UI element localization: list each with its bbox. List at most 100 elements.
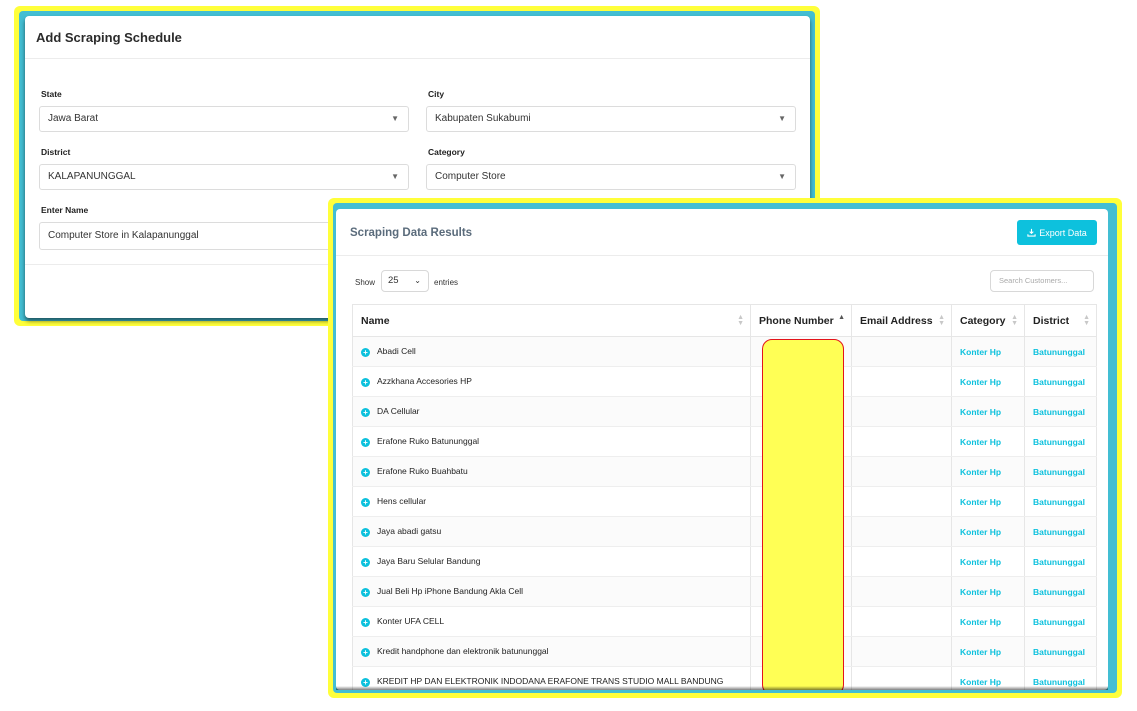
cell-category[interactable]: Konter Hp xyxy=(951,336,1025,367)
cell-district[interactable]: Batununggal xyxy=(1024,336,1097,367)
city-select[interactable]: Kabupaten Sukabumi ▼ xyxy=(426,106,796,132)
cell-email xyxy=(851,366,952,397)
show-label: Show xyxy=(355,278,376,287)
plus-circle-icon[interactable]: + xyxy=(361,347,370,357)
cell-email xyxy=(851,426,952,457)
plus-circle-icon[interactable]: + xyxy=(361,437,370,447)
cell-name: + Erafone Ruko Batununggal xyxy=(352,426,751,457)
cell-name: + Jaya Baru Selular Bandung xyxy=(352,546,751,577)
table-row[interactable]: + Jaya abadi gatsu Konter Hp Batununggal xyxy=(352,516,1097,547)
table-row[interactable]: + Konter UFA CELL Konter Hp Batununggal xyxy=(352,606,1097,637)
sort-icon: ▲ xyxy=(838,314,845,321)
cell-email xyxy=(851,546,952,577)
results-title: Scraping Data Results xyxy=(350,227,473,239)
column-header-name[interactable]: Name ▲ ▼ xyxy=(352,304,751,337)
row-name: Jual Beli Hp iPhone Bandung Akla Cell xyxy=(377,586,524,597)
chevron-down-icon: ▼ xyxy=(391,172,399,181)
cell-district[interactable]: Batununggal xyxy=(1024,606,1097,637)
chevron-down-icon: ⌄ xyxy=(414,276,421,285)
cell-name: + Hens cellular xyxy=(352,486,751,517)
table-row[interactable]: + Kredit handphone dan elektronik batunun… xyxy=(352,636,1097,667)
plus-circle-icon[interactable]: + xyxy=(361,617,370,627)
cell-category[interactable]: Konter Hp xyxy=(951,606,1025,637)
export-label: Export Data xyxy=(1039,227,1087,238)
table-controls: Show 25 ⌄ entries Search Customers... xyxy=(336,256,1108,302)
cell-district[interactable]: Batununggal xyxy=(1024,426,1097,457)
cell-name: + Konter UFA CELL xyxy=(352,606,751,637)
table-row[interactable]: + Hens cellular Konter Hp Batununggal xyxy=(352,486,1097,517)
district-select[interactable]: KALAPANUNGGAL ▼ xyxy=(39,164,409,190)
cell-email xyxy=(851,396,952,427)
row-name: Jaya Baru Selular Bandung xyxy=(377,556,481,567)
sort-icon: ▲ ▼ xyxy=(1083,314,1090,327)
category-select[interactable]: Computer Store ▼ xyxy=(426,164,796,190)
download-icon xyxy=(1027,228,1036,237)
state-select[interactable]: Jawa Barat ▼ xyxy=(39,106,409,132)
table-row[interactable]: + Erafone Ruko Batununggal Konter Hp Batunu… xyxy=(352,426,1097,457)
plus-circle-icon[interactable]: + xyxy=(361,377,370,387)
cell-category[interactable]: Konter Hp xyxy=(951,396,1025,427)
cell-email xyxy=(851,456,952,487)
export-data-button[interactable]: Export Data xyxy=(1017,220,1097,245)
table-row[interactable]: + Jaya Baru Selular Bandung Konter Hp Batun… xyxy=(352,546,1097,577)
district-label: District xyxy=(41,147,71,157)
page-length-select[interactable]: 25 ⌄ xyxy=(381,270,429,292)
row-name: DA Cellular xyxy=(377,406,420,417)
plus-circle-icon[interactable]: + xyxy=(361,467,370,477)
cell-email xyxy=(851,636,952,667)
cell-category[interactable]: Konter Hp xyxy=(951,426,1025,457)
schedule-title: Add Scraping Schedule xyxy=(25,16,810,59)
column-header-district[interactable]: District ▲ ▼ xyxy=(1024,304,1097,337)
table-row[interactable]: + Azzkhana Accesories HP Konter Hp Batunung… xyxy=(352,366,1097,397)
cell-district[interactable]: Batununggal xyxy=(1024,516,1097,547)
cell-name: + Erafone Ruko Buahbatu xyxy=(352,456,751,487)
plus-circle-icon[interactable]: + xyxy=(361,647,370,657)
cell-category[interactable]: Konter Hp xyxy=(951,486,1025,517)
cell-district[interactable]: Batununggal xyxy=(1024,486,1097,517)
plus-circle-icon[interactable]: + xyxy=(361,527,370,537)
search-input[interactable]: Search Customers... xyxy=(990,270,1094,292)
table-row[interactable]: + Jual Beli Hp iPhone Bandung Akla Cell Ko… xyxy=(352,576,1097,607)
cell-name: + Jaya abadi gatsu xyxy=(352,516,751,547)
column-header-category[interactable]: Category ▲ ▼ xyxy=(951,304,1025,337)
state-value: Jawa Barat xyxy=(48,113,99,124)
table-row[interactable]: + Erafone Ruko Buahbatu Konter Hp Batunungg… xyxy=(352,456,1097,487)
cell-category[interactable]: Konter Hp xyxy=(951,576,1025,607)
cell-email xyxy=(851,516,952,547)
state-label: State xyxy=(41,89,62,99)
cell-district[interactable]: Batununggal xyxy=(1024,456,1097,487)
cell-category[interactable]: Konter Hp xyxy=(951,366,1025,397)
results-table-body: + Abadi Cell Konter Hp Batununggal + Azzkhana… xyxy=(352,336,1097,690)
category-value: Computer Store xyxy=(435,171,506,182)
redaction-highlight xyxy=(762,339,844,690)
cell-name: + Jual Beli Hp iPhone Bandung Akla Cell xyxy=(352,576,751,607)
plus-circle-icon[interactable]: + xyxy=(361,587,370,597)
cell-name: + DA Cellular xyxy=(352,396,751,427)
district-value: KALAPANUNGGAL xyxy=(48,171,136,182)
row-name: KREDIT HP DAN ELEKTRONIK INDODANA ERAFON… xyxy=(377,676,724,687)
row-name: Abadi Cell xyxy=(377,346,416,357)
cell-district[interactable]: Batununggal xyxy=(1024,576,1097,607)
plus-circle-icon[interactable]: + xyxy=(361,497,370,507)
cell-district[interactable]: Batununggal xyxy=(1024,546,1097,577)
row-name: Azzkhana Accesories HP xyxy=(377,376,472,387)
cell-category[interactable]: Konter Hp xyxy=(951,636,1025,667)
cell-category[interactable]: Konter Hp xyxy=(951,456,1025,487)
column-header-email[interactable]: Email Address ▲ ▼ xyxy=(851,304,952,337)
plus-circle-icon[interactable]: + xyxy=(361,407,370,417)
cell-district[interactable]: Batununggal xyxy=(1024,636,1097,667)
column-header-phone[interactable]: Phone Number ▲ xyxy=(750,304,852,337)
sort-icon: ▲ ▼ xyxy=(938,314,945,327)
cell-district[interactable]: Batununggal xyxy=(1024,366,1097,397)
row-name: Hens cellular xyxy=(377,496,427,507)
category-label: Category xyxy=(428,147,465,157)
results-header: Scraping Data Results Export Data xyxy=(336,209,1108,256)
cell-category[interactable]: Konter Hp xyxy=(951,516,1025,547)
cell-district[interactable]: Batununggal xyxy=(1024,396,1097,427)
cell-category[interactable]: Konter Hp xyxy=(951,546,1025,577)
cell-email xyxy=(851,336,952,367)
table-row[interactable]: + DA Cellular Konter Hp Batununggal xyxy=(352,396,1097,427)
plus-circle-icon[interactable]: + xyxy=(361,557,370,567)
table-row[interactable]: + Abadi Cell Konter Hp Batununggal xyxy=(352,336,1097,367)
cell-email xyxy=(851,486,952,517)
